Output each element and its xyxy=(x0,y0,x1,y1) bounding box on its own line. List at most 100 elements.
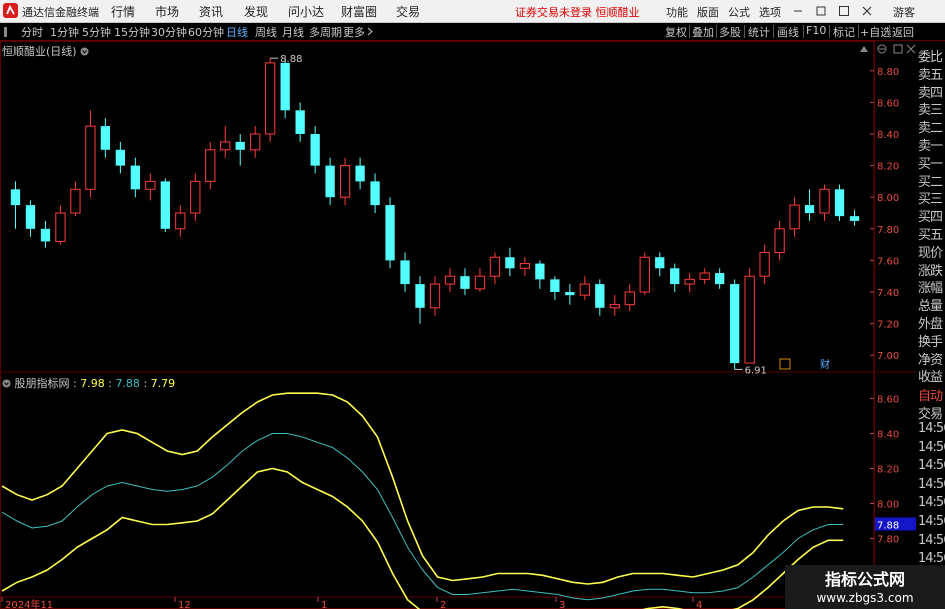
candle-up xyxy=(70,188,81,214)
tool-draw[interactable]: 画线 xyxy=(777,24,799,40)
candle-up xyxy=(190,180,201,214)
menu-item-layout[interactable]: 版面 xyxy=(697,4,719,20)
candle-up xyxy=(175,212,186,230)
tool-overlay[interactable]: 叠加 xyxy=(692,24,714,40)
period-30min[interactable]: 30分钟 xyxy=(151,24,187,40)
candle-down xyxy=(280,62,290,111)
side-label[interactable]: 14:56 xyxy=(918,533,945,548)
side-label[interactable]: 涨跌 xyxy=(918,260,943,279)
menu-item-market[interactable]: 市场 xyxy=(155,3,179,20)
tool-adjust[interactable]: 复权 xyxy=(665,24,687,40)
side-label[interactable]: 换手 xyxy=(918,331,943,350)
period-weekly[interactable]: 周线 xyxy=(255,24,277,40)
panel-toggle-icon[interactable] xyxy=(4,27,12,37)
side-label[interactable]: 外盘 xyxy=(918,313,943,332)
side-label[interactable]: 14:56 xyxy=(918,458,945,473)
side-label[interactable]: 14:56 xyxy=(918,440,945,455)
side-label[interactable]: 买三 xyxy=(918,188,943,207)
indicator-value-mid: 7.88 xyxy=(115,377,140,390)
side-label[interactable]: 总量 xyxy=(918,295,943,314)
chevron-right-icon[interactable] xyxy=(367,27,373,36)
candle-up xyxy=(489,256,501,277)
side-label[interactable]: 卖三 xyxy=(918,99,943,118)
side-label[interactable]: 交易 xyxy=(918,403,943,422)
login-warning[interactable]: 证券交易未登录 恒顺醋业 xyxy=(515,4,640,20)
period-monthly[interactable]: 月线 xyxy=(282,24,304,40)
side-label[interactable]: 买四 xyxy=(918,206,943,225)
restore-icon[interactable] xyxy=(815,5,827,17)
menu-item-wealth[interactable]: 财富圈 xyxy=(341,3,377,20)
panel-close-icon[interactable] xyxy=(906,44,916,54)
close-icon[interactable] xyxy=(861,5,873,17)
side-label[interactable]: 卖五 xyxy=(918,64,943,83)
menu-item-discover[interactable]: 发现 xyxy=(244,3,268,20)
candle-down xyxy=(595,284,605,308)
menu-item-news[interactable]: 资讯 xyxy=(199,3,223,20)
side-label[interactable]: 14:56 xyxy=(918,477,945,492)
candle-down xyxy=(400,260,410,285)
time-tick-label: 2024年11 xyxy=(5,598,53,609)
side-label[interactable]: 涨幅 xyxy=(918,277,943,296)
side-label[interactable]: 14:56 xyxy=(918,421,945,436)
period-more[interactable]: 更多 xyxy=(343,24,365,40)
side-label[interactable]: 买二 xyxy=(918,171,943,190)
side-label[interactable]: 卖四 xyxy=(918,82,943,101)
maximize-icon[interactable] xyxy=(838,5,850,17)
period-15min[interactable]: 15分钟 xyxy=(114,24,150,40)
side-label[interactable]: 委比 xyxy=(918,46,943,65)
menu-item-formula[interactable]: 公式 xyxy=(728,4,750,20)
indicator-menu-icon[interactable] xyxy=(2,379,11,388)
price-tick-label: 8.80 xyxy=(877,67,899,78)
indicator-tick-label: 8.60 xyxy=(877,395,899,406)
tool-back[interactable]: 返回 xyxy=(892,24,914,40)
period-multi[interactable]: 多周期 xyxy=(309,24,342,40)
menu-item-quotes[interactable]: 行情 xyxy=(111,3,135,20)
tool-stats[interactable]: 统计 xyxy=(748,24,770,40)
candle-up xyxy=(699,272,710,280)
app-title: 通达信金融终端 xyxy=(22,6,99,19)
menu-item-function[interactable]: 功能 xyxy=(666,4,688,20)
period-1min[interactable]: 1分钟 xyxy=(50,24,79,40)
menu-item-options[interactable]: 选项 xyxy=(759,4,781,20)
menu-item-trade[interactable]: 交易 xyxy=(396,3,420,20)
side-label[interactable]: 买五 xyxy=(918,224,943,243)
side-label[interactable]: 自动 xyxy=(918,385,943,404)
stock-name-label: 恒顺醋业(日线) xyxy=(2,45,77,58)
time-tick-label: 12 xyxy=(178,600,191,609)
quote-side-panel: 委比 卖五 卖四 卖三 卖二 卖一 买一 买二 买三 买四 买五 现价 涨跌 涨幅 总量 外盘 换手 净资 收益 自动… xyxy=(916,41,945,609)
side-label[interactable]: 净资 xyxy=(918,349,943,368)
side-label[interactable]: 14:56 xyxy=(918,495,945,510)
tool-f10[interactable]: F10 xyxy=(806,24,826,37)
minimize-icon[interactable] xyxy=(792,5,804,17)
side-label[interactable]: 现价 xyxy=(918,242,943,261)
chart-area[interactable]: 8.80 8.60 8.40 8.20 8.00 7.80 7.60 7.40 7.20 7.00… xyxy=(0,41,916,609)
indicator-tick-label: 7.80 xyxy=(877,535,899,546)
side-label[interactable]: 卖一 xyxy=(918,135,943,154)
user-label[interactable]: 游客 xyxy=(893,4,915,20)
side-label[interactable]: 14:56 xyxy=(918,514,945,529)
panel-scroll-up-icon[interactable] xyxy=(860,46,868,52)
candle-down xyxy=(505,257,515,269)
tool-mark[interactable]: 标记 xyxy=(833,24,855,40)
candle-down xyxy=(535,263,545,280)
panel-zoom-icon[interactable] xyxy=(877,44,887,54)
period-5min[interactable]: 5分钟 xyxy=(82,24,111,40)
side-label[interactable]: 卖二 xyxy=(918,117,943,136)
menu-item-assistant[interactable]: 问小达 xyxy=(288,3,324,20)
tool-add-favorite[interactable]: +自选 xyxy=(860,24,891,40)
main-chart-title: 恒顺醋业(日线) xyxy=(2,43,89,59)
dropdown-icon[interactable] xyxy=(80,47,89,56)
candle-down xyxy=(130,165,140,190)
side-label[interactable]: 收益 xyxy=(918,366,943,385)
candle-down xyxy=(804,205,815,213)
side-label[interactable]: 14:56 xyxy=(918,551,945,566)
panel-maximize-icon[interactable] xyxy=(893,44,903,54)
period-daily[interactable]: 日线 xyxy=(226,24,248,40)
side-label[interactable]: 买一 xyxy=(918,153,943,172)
tool-multi[interactable]: 多股 xyxy=(719,24,741,40)
period-intraday[interactable]: 分时 xyxy=(21,24,43,40)
candle-down xyxy=(849,216,860,221)
candle-down xyxy=(115,149,126,166)
period-60min[interactable]: 60分钟 xyxy=(188,24,224,40)
indicator-header: 股朋指标网 : 7.98 : 7.88 : 7.79 xyxy=(2,375,175,391)
